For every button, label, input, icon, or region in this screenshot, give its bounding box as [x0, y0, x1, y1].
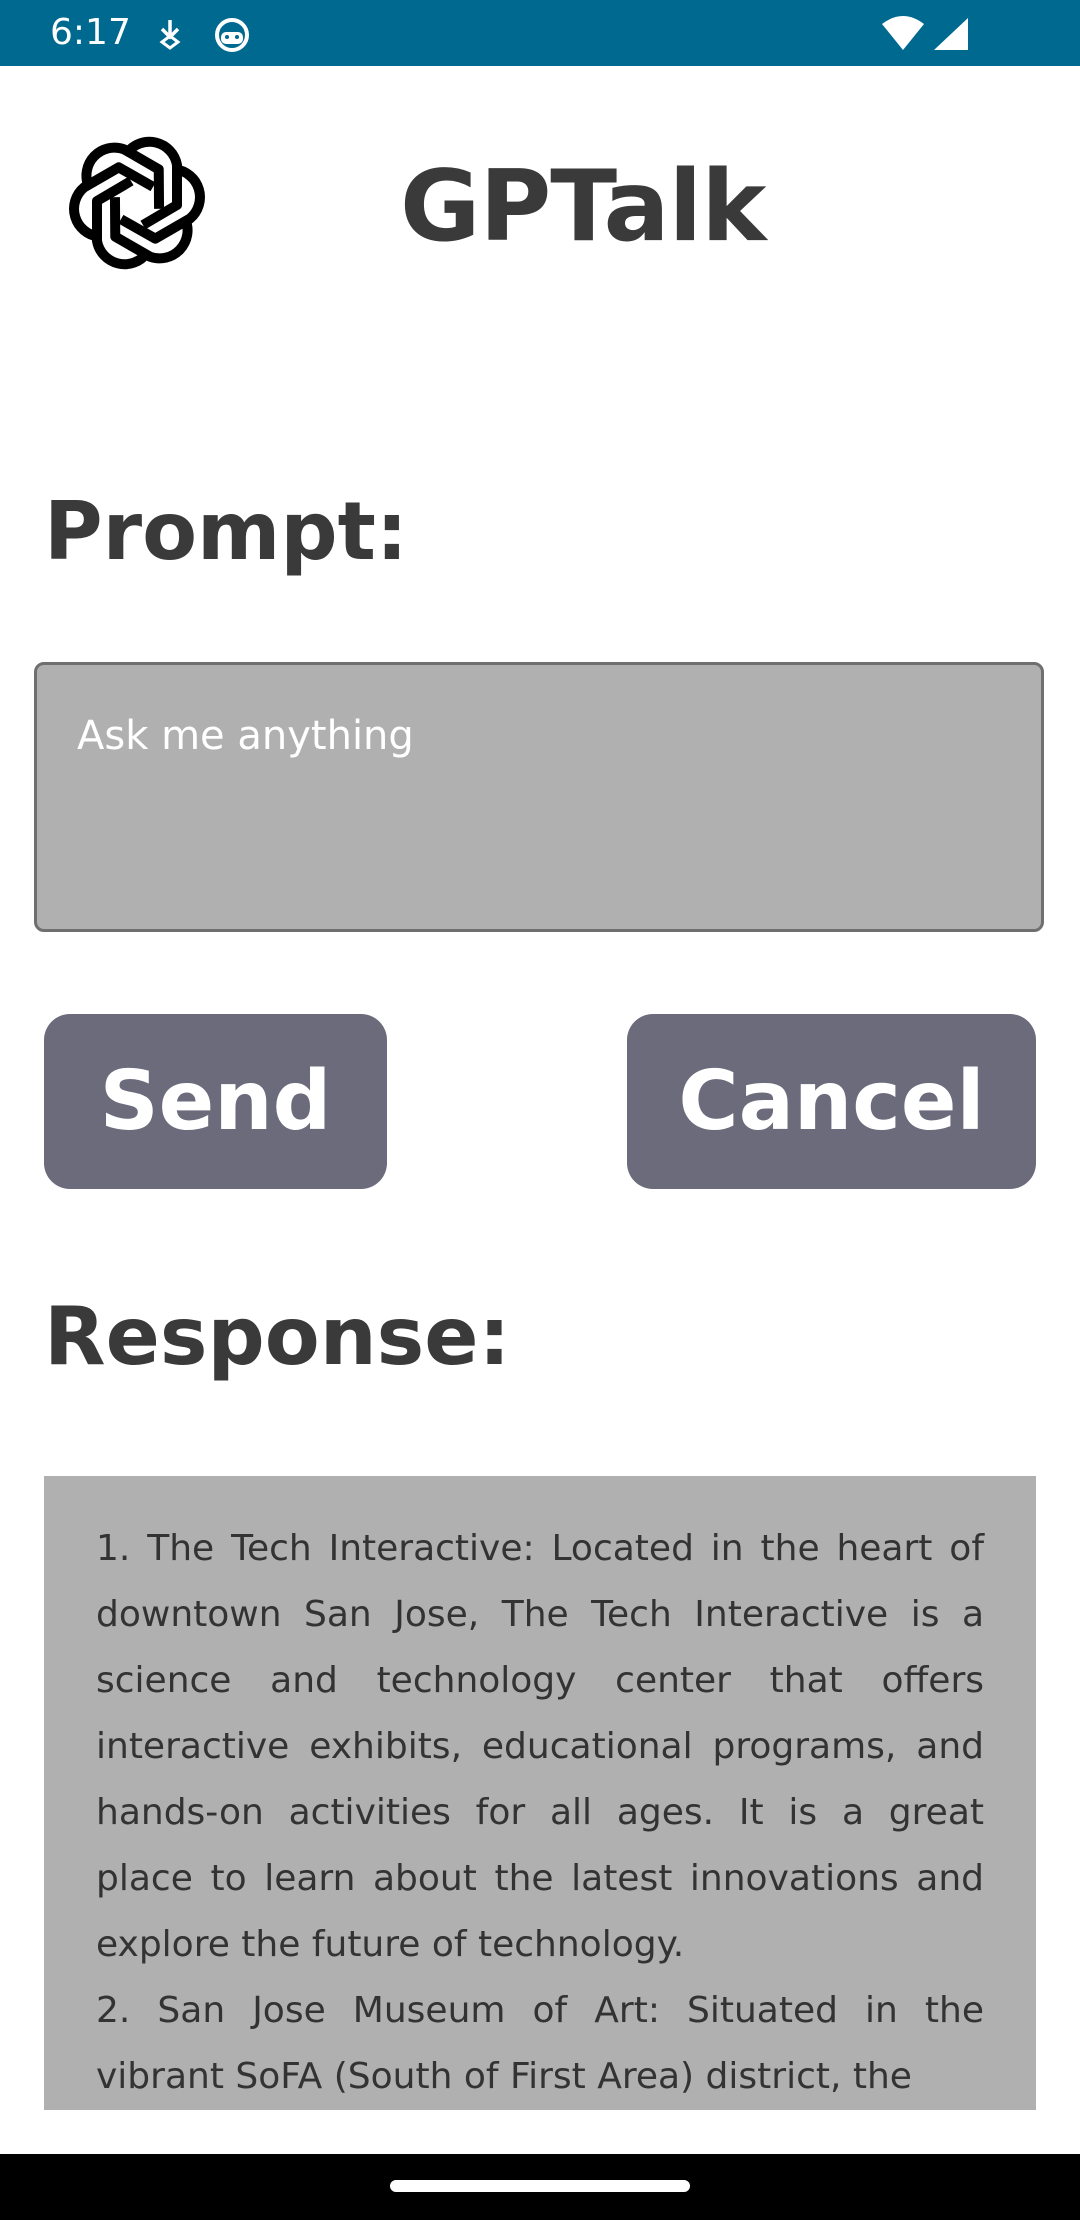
status-bar: 6:17	[0, 0, 1080, 66]
home-handle[interactable]	[390, 2180, 690, 2192]
prompt-label: Prompt:	[44, 485, 408, 578]
navigation-bar	[0, 2154, 1080, 2220]
status-time: 6:17	[50, 12, 131, 53]
android-icon	[215, 18, 249, 52]
cancel-button[interactable]: Cancel	[627, 1014, 1036, 1189]
response-text: 1. The Tech Interactive: Located in the …	[96, 1528, 984, 2097]
wifi-icon	[882, 16, 924, 50]
app-title: GPTalk	[400, 150, 766, 264]
openai-logo-icon	[69, 136, 205, 270]
send-button[interactable]: Send	[44, 1014, 387, 1189]
prompt-field[interactable]	[34, 662, 1044, 932]
response-box[interactable]: 1. The Tech Interactive: Located in the …	[44, 1476, 1036, 2110]
download-icon	[159, 20, 181, 50]
signal-icon	[934, 18, 968, 50]
response-label: Response:	[44, 1290, 511, 1383]
prompt-input[interactable]	[37, 665, 1041, 929]
